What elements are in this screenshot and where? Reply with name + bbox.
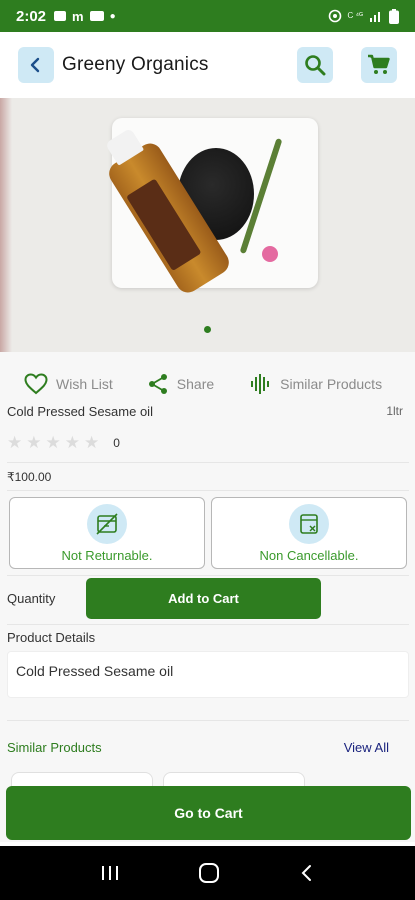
search-icon xyxy=(305,55,326,76)
search-button[interactable] xyxy=(297,47,333,83)
product-details-text: Cold Pressed Sesame oil xyxy=(7,651,409,698)
divider xyxy=(7,490,409,491)
system-nav-bar xyxy=(0,846,415,900)
app-header: Greeny Organics xyxy=(0,32,415,98)
cart-icon xyxy=(368,54,390,74)
divider xyxy=(7,624,409,625)
add-to-cart-button[interactable]: Add to Cart xyxy=(86,578,321,619)
system-back-icon[interactable] xyxy=(298,863,316,883)
quantity-label: Quantity xyxy=(7,591,56,606)
star-icon: ★ xyxy=(45,433,61,452)
signal-icon xyxy=(370,12,380,22)
share-label: Share xyxy=(176,376,215,392)
page-title: Greeny Organics xyxy=(62,54,209,75)
divider xyxy=(7,462,409,463)
product-details-title: Product Details xyxy=(7,630,96,645)
wishlist-button[interactable]: Wish List xyxy=(24,373,113,395)
similar-products-title: Similar Products xyxy=(7,740,102,755)
product-price: ₹100.00 xyxy=(7,470,52,484)
cart-button[interactable] xyxy=(361,47,397,83)
not-returnable-label: Not Returnable. xyxy=(61,548,153,563)
product-actions-row: Wish List Share Similar Products xyxy=(0,366,415,402)
recent-apps-icon[interactable] xyxy=(99,864,121,882)
go-to-cart-button[interactable]: Go to Cart xyxy=(6,786,411,840)
non-cancellable-card: Non Cancellable. xyxy=(211,497,407,569)
share-button[interactable]: Share xyxy=(147,373,214,395)
view-all-link[interactable]: View All xyxy=(344,740,389,755)
non-cancellable-label: Non Cancellable. xyxy=(259,548,359,563)
dot-icon: ● xyxy=(109,10,116,22)
waveform-icon xyxy=(251,374,270,394)
youtube-icon xyxy=(89,11,104,21)
star-icon: ★ xyxy=(64,433,80,452)
hotspot-icon xyxy=(328,9,341,23)
star-icon: ★ xyxy=(26,433,42,452)
similar-products-button[interactable]: Similar Products xyxy=(250,373,382,395)
status-right-icons: Ꮯ ⁴ᴳ xyxy=(328,8,399,24)
home-icon[interactable] xyxy=(198,862,220,884)
star-icon: ★ xyxy=(84,433,100,452)
no-return-icon xyxy=(87,504,127,544)
similar-products-label: Similar Products xyxy=(280,376,383,392)
not-returnable-card: Not Returnable. xyxy=(9,497,205,569)
product-image-carousel[interactable] xyxy=(0,98,415,352)
heart-icon xyxy=(24,373,48,395)
status-bar: 2:02 m ● Ꮯ ⁴ᴳ xyxy=(0,0,415,32)
header-actions xyxy=(297,47,397,83)
battery-icon xyxy=(389,8,399,24)
rating-count: 0 xyxy=(113,435,120,450)
m-icon: m xyxy=(72,8,84,24)
data-icon: Ꮯ ⁴ᴳ xyxy=(347,11,363,20)
product-photo-flower xyxy=(262,246,278,262)
product-rating: ★ ★ ★ ★ ★ 0 xyxy=(7,434,120,451)
back-button[interactable] xyxy=(18,47,54,83)
image-edge xyxy=(0,98,12,352)
status-left-icons: m ● xyxy=(54,9,116,24)
wishlist-label: Wish List xyxy=(56,376,113,392)
product-name: Cold Pressed Sesame oil xyxy=(7,404,153,419)
share-icon xyxy=(148,374,167,394)
back-arrow-icon xyxy=(30,57,40,73)
carousel-dot-active[interactable] xyxy=(204,326,211,333)
star-icon: ★ xyxy=(7,433,23,452)
product-size: 1ltr xyxy=(386,404,403,418)
status-time: 2:02 xyxy=(16,7,47,25)
image-icon xyxy=(54,11,67,21)
divider xyxy=(7,720,409,721)
no-cancel-icon xyxy=(289,504,329,544)
divider xyxy=(7,575,409,576)
